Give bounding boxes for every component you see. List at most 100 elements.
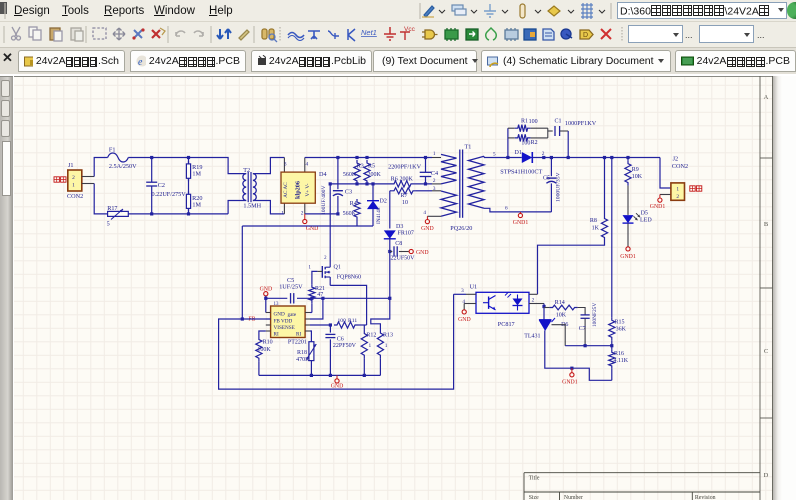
svg-text:IN4148: IN4148 xyxy=(376,207,382,224)
svg-text:D3: D3 xyxy=(396,224,403,230)
svg-text:GND1: GND1 xyxy=(650,204,666,210)
svg-text:D: D xyxy=(764,472,769,479)
svg-text:R1: R1 xyxy=(521,118,528,124)
svg-text:22PF50V: 22PF50V xyxy=(333,343,357,349)
svg-text:1M: 1M xyxy=(192,202,201,209)
svg-text:1000UF/35V: 1000UF/35V xyxy=(556,172,562,202)
svg-text:GND1: GND1 xyxy=(620,254,636,260)
svg-text:TL431: TL431 xyxy=(524,333,540,339)
svg-text:200K: 200K xyxy=(368,172,382,178)
svg-text:R18: R18 xyxy=(297,350,307,356)
svg-text:F1: F1 xyxy=(109,146,116,153)
svg-text:5: 5 xyxy=(107,221,110,228)
svg-text:2: 2 xyxy=(532,298,535,304)
svg-text:36K: 36K xyxy=(616,326,627,332)
svg-text:100: 100 xyxy=(529,119,538,125)
svg-text:Net1: Net1 xyxy=(361,28,377,37)
svg-text:D2: D2 xyxy=(380,199,387,205)
svg-text:FR107: FR107 xyxy=(398,231,414,237)
svg-text:GND: GND xyxy=(416,250,429,256)
svg-text:4: 4 xyxy=(423,210,426,216)
svg-text:4.11K: 4.11K xyxy=(614,358,629,364)
svg-text:3: 3 xyxy=(461,288,464,294)
svg-text:R9: R9 xyxy=(632,167,639,173)
svg-text:10K: 10K xyxy=(632,174,643,180)
svg-text:100: 100 xyxy=(338,318,347,324)
svg-text:1: 1 xyxy=(308,264,311,270)
svg-text:R4: R4 xyxy=(350,201,357,207)
svg-text:C3: C3 xyxy=(345,189,352,196)
svg-text:100K: 100K xyxy=(257,347,271,353)
svg-text:1: 1 xyxy=(281,211,284,217)
svg-text:Revision: Revision xyxy=(695,495,716,500)
svg-text:R3: R3 xyxy=(357,164,364,170)
svg-text:R15: R15 xyxy=(615,320,625,326)
svg-text:GND1: GND1 xyxy=(513,220,529,226)
svg-text:R16: R16 xyxy=(614,351,624,357)
svg-text:2.5A/250V: 2.5A/250V xyxy=(109,163,137,170)
svg-text:1000PF1KV: 1000PF1KV xyxy=(565,120,597,127)
svg-text:B: B xyxy=(764,221,769,228)
svg-text:200K: 200K xyxy=(400,177,414,183)
svg-text:1: 1 xyxy=(385,343,388,349)
svg-text:R11: R11 xyxy=(348,318,357,324)
svg-text:e: e xyxy=(138,57,143,67)
svg-text:R21: R21 xyxy=(315,286,325,292)
svg-text:FB VDD: FB VDD xyxy=(274,319,293,325)
svg-text:R2: R2 xyxy=(531,140,538,146)
svg-text:2: 2 xyxy=(301,211,304,217)
svg-text:100: 100 xyxy=(521,141,530,147)
svg-text:LED: LED xyxy=(640,217,652,223)
svg-text:560K: 560K xyxy=(343,172,357,178)
svg-text:1: 1 xyxy=(433,151,436,157)
svg-text:10: 10 xyxy=(402,200,408,206)
svg-text:FQP8N60: FQP8N60 xyxy=(337,274,361,280)
svg-text:RI: RI xyxy=(274,331,279,337)
svg-text:R5: R5 xyxy=(368,164,375,170)
svg-text:3: 3 xyxy=(284,162,287,168)
svg-text:R13: R13 xyxy=(383,333,393,339)
svg-text:GND: GND xyxy=(274,311,285,317)
svg-text:RI: RI xyxy=(296,331,301,337)
svg-text:R14: R14 xyxy=(555,300,565,306)
svg-text:CON2: CON2 xyxy=(672,163,688,170)
svg-text:VISENSE: VISENSE xyxy=(274,325,295,331)
svg-text:GND: GND xyxy=(331,384,344,390)
svg-text:22UF50V: 22UF50V xyxy=(391,255,416,261)
svg-text:R8: R8 xyxy=(590,218,597,224)
svg-text:100NF25V: 100NF25V xyxy=(592,303,598,327)
svg-text:J1: J1 xyxy=(68,162,74,169)
svg-text:C7: C7 xyxy=(579,326,586,332)
svg-text:Number: Number xyxy=(564,495,583,500)
svg-text:GND: GND xyxy=(421,226,434,232)
svg-text:C: C xyxy=(764,348,768,355)
svg-text:1.5MH: 1.5MH xyxy=(243,203,261,210)
svg-text:C8: C8 xyxy=(395,241,402,247)
svg-text:D4: D4 xyxy=(319,171,327,178)
svg-text:Size: Size xyxy=(529,495,539,500)
svg-text:1: 1 xyxy=(676,186,679,192)
svg-text:T2: T2 xyxy=(243,167,250,174)
svg-text:GND: GND xyxy=(306,226,319,232)
svg-text:1M: 1M xyxy=(192,171,201,178)
svg-text:R7: R7 xyxy=(401,193,408,199)
svg-text:6: 6 xyxy=(505,206,508,212)
svg-text:C5: C5 xyxy=(543,175,550,181)
svg-text:R17: R17 xyxy=(107,205,117,212)
svg-text:1: 1 xyxy=(369,343,372,349)
svg-text:T1: T1 xyxy=(465,143,472,150)
svg-text:A: A xyxy=(764,94,769,101)
svg-text:V+ V-: V+ V- xyxy=(305,183,311,196)
svg-text:4: 4 xyxy=(306,162,309,168)
svg-text:GND1: GND1 xyxy=(562,379,578,385)
svg-text:Title: Title xyxy=(529,476,540,482)
svg-text:AC AC: AC AC xyxy=(283,182,289,198)
svg-text:PQ26/20: PQ26/20 xyxy=(450,225,472,232)
svg-text:U1: U1 xyxy=(470,283,478,290)
svg-text:C2: C2 xyxy=(158,182,165,189)
svg-text:10K: 10K xyxy=(556,312,567,318)
svg-text:470R: 470R xyxy=(296,357,309,363)
svg-text:C4: C4 xyxy=(431,170,438,177)
svg-text:5: 5 xyxy=(493,152,496,158)
svg-text:klp206: klp206 xyxy=(294,181,301,199)
